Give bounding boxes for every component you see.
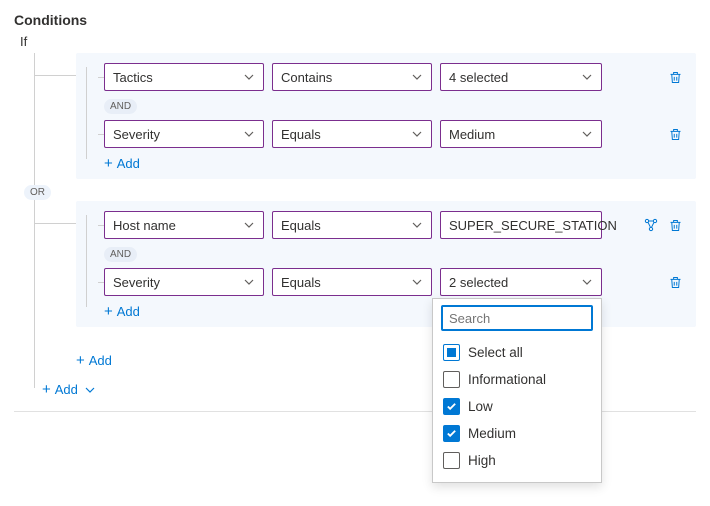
field-select[interactable]: Severity bbox=[104, 268, 264, 296]
delete-icon[interactable] bbox=[666, 273, 684, 291]
dropdown-option[interactable]: Medium bbox=[441, 420, 593, 447]
operator-value: Equals bbox=[281, 275, 321, 290]
checkbox-checked-icon bbox=[443, 398, 460, 415]
operator-value: Contains bbox=[281, 70, 332, 85]
chevron-down-icon bbox=[243, 276, 255, 288]
chevron-down-icon bbox=[243, 71, 255, 83]
checkbox-checked-icon bbox=[443, 425, 460, 442]
add-group-button[interactable]: + Add bbox=[76, 353, 112, 368]
value-select[interactable]: 2 selected bbox=[440, 268, 602, 296]
field-select[interactable]: Severity bbox=[104, 120, 264, 148]
delete-icon[interactable] bbox=[666, 216, 684, 234]
or-badge: OR bbox=[24, 185, 51, 200]
field-value: Host name bbox=[113, 218, 176, 233]
chevron-down-icon bbox=[411, 276, 423, 288]
connector-line bbox=[98, 282, 104, 283]
dropdown-search-input[interactable] bbox=[441, 305, 593, 331]
option-label: High bbox=[468, 453, 496, 468]
checkbox-indeterminate-icon bbox=[443, 344, 460, 361]
plus-icon: + bbox=[104, 304, 113, 319]
value-select[interactable]: Medium bbox=[440, 120, 602, 148]
chevron-down-icon bbox=[581, 128, 593, 140]
connector-line bbox=[34, 223, 76, 224]
chevron-down-icon bbox=[411, 71, 423, 83]
field-value: Severity bbox=[113, 275, 160, 290]
plus-icon: + bbox=[42, 382, 51, 397]
condition-group: Tactics Contains 4 selected AND bbox=[20, 53, 696, 179]
condition-row: Severity Equals Medium bbox=[104, 120, 684, 148]
group-line bbox=[86, 67, 87, 159]
value-select[interactable]: SUPER_SECURE_STATION bbox=[440, 211, 602, 239]
condition-row: Tactics Contains 4 selected bbox=[104, 63, 684, 91]
value-select[interactable]: 4 selected bbox=[440, 63, 602, 91]
and-badge: AND bbox=[104, 247, 137, 262]
connector-line bbox=[98, 225, 104, 226]
field-select[interactable]: Host name bbox=[104, 211, 264, 239]
condition-row: Severity Equals 2 selected bbox=[104, 268, 684, 296]
chevron-down-icon bbox=[84, 384, 96, 396]
field-value: Tactics bbox=[113, 70, 153, 85]
option-label: Select all bbox=[468, 345, 523, 360]
option-label: Low bbox=[468, 399, 493, 414]
condition-group: OR Host name Equals SUPER_SECURE_STATION bbox=[20, 201, 696, 327]
if-label: If bbox=[20, 34, 696, 49]
add-label: Add bbox=[117, 156, 140, 171]
entity-mapping-icon[interactable] bbox=[642, 216, 660, 234]
chevron-down-icon bbox=[411, 128, 423, 140]
value-dropdown: Select all Informational Low Medium bbox=[432, 298, 602, 483]
checkbox-unchecked-icon bbox=[443, 371, 460, 388]
field-value: Severity bbox=[113, 127, 160, 142]
value-text: Medium bbox=[449, 127, 495, 142]
plus-icon: + bbox=[104, 156, 113, 171]
chevron-down-icon bbox=[243, 219, 255, 231]
section-heading: Conditions bbox=[14, 12, 696, 28]
field-select[interactable]: Tactics bbox=[104, 63, 264, 91]
operator-select[interactable]: Equals bbox=[272, 268, 432, 296]
add-condition-button[interactable]: + Add bbox=[104, 156, 140, 171]
group-line bbox=[86, 215, 87, 307]
operator-select[interactable]: Contains bbox=[272, 63, 432, 91]
checkbox-unchecked-icon bbox=[443, 452, 460, 469]
operator-value: Equals bbox=[281, 127, 321, 142]
dropdown-option[interactable]: High bbox=[441, 447, 593, 474]
connector-line bbox=[98, 77, 104, 78]
connector-line bbox=[34, 75, 76, 76]
option-label: Informational bbox=[468, 372, 546, 387]
conditions-tree: Tactics Contains 4 selected AND bbox=[20, 53, 696, 368]
chevron-down-icon bbox=[581, 276, 593, 288]
dropdown-option-select-all[interactable]: Select all bbox=[441, 339, 593, 366]
connector-line bbox=[98, 134, 104, 135]
delete-icon[interactable] bbox=[666, 125, 684, 143]
and-badge: AND bbox=[104, 99, 137, 114]
chevron-down-icon bbox=[243, 128, 255, 140]
value-text: 4 selected bbox=[449, 70, 508, 85]
add-label: Add bbox=[117, 304, 140, 319]
dropdown-option[interactable]: Informational bbox=[441, 366, 593, 393]
add-label: Add bbox=[89, 353, 112, 368]
add-label: Add bbox=[55, 382, 78, 397]
option-label: Medium bbox=[468, 426, 516, 441]
operator-select[interactable]: Equals bbox=[272, 211, 432, 239]
add-root-button[interactable]: + Add bbox=[42, 382, 96, 397]
plus-icon: + bbox=[76, 353, 85, 368]
value-text: SUPER_SECURE_STATION bbox=[449, 218, 617, 233]
operator-value: Equals bbox=[281, 218, 321, 233]
value-text: 2 selected bbox=[449, 275, 508, 290]
chevron-down-icon bbox=[411, 219, 423, 231]
operator-select[interactable]: Equals bbox=[272, 120, 432, 148]
delete-icon[interactable] bbox=[666, 68, 684, 86]
condition-row: Host name Equals SUPER_SECURE_STATION bbox=[104, 211, 684, 239]
add-condition-button[interactable]: + Add bbox=[104, 304, 140, 319]
dropdown-option[interactable]: Low bbox=[441, 393, 593, 420]
chevron-down-icon bbox=[581, 71, 593, 83]
